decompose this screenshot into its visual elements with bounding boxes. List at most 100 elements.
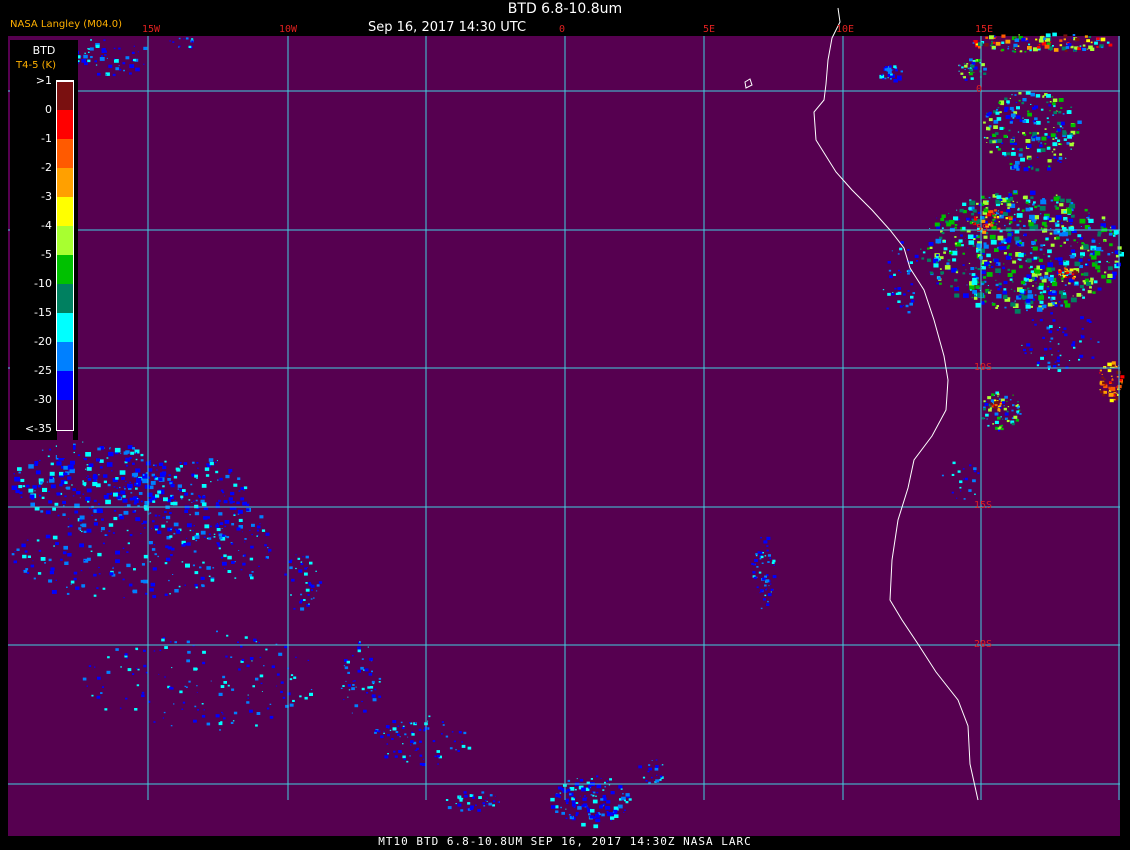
cloud-pixel	[127, 542, 130, 545]
cloud-pixel	[308, 603, 310, 605]
cloud-pixel	[161, 471, 167, 475]
cloud-pixel	[367, 646, 369, 648]
cloud-pixel	[194, 534, 200, 539]
cloud-pixel	[1043, 347, 1048, 351]
cloud-pixel	[767, 600, 769, 603]
cloud-pixel	[756, 566, 759, 568]
cloud-pixel	[170, 725, 173, 727]
cloud-pixel	[987, 396, 992, 400]
cloud-pixel	[1017, 131, 1020, 133]
cloud-pixel	[1004, 395, 1008, 399]
cloud-pixel	[1111, 361, 1116, 365]
cloud-pixel	[1053, 105, 1056, 108]
cloud-pixel	[290, 674, 294, 676]
cloud-pixel	[577, 806, 582, 810]
cloud-pixel	[604, 781, 606, 784]
cloud-pixel	[586, 806, 589, 809]
cloud-pixel	[84, 52, 86, 54]
cloud-pixel	[623, 811, 625, 813]
cloud-pixel	[986, 418, 988, 420]
cloud-pixel	[769, 557, 772, 560]
cloud-pixel	[1023, 348, 1026, 352]
cloud-pixel	[1087, 290, 1092, 294]
cloud-pixel	[1027, 294, 1034, 299]
cloud-pixel	[486, 803, 488, 805]
cloud-pixel	[1064, 284, 1067, 286]
cloud-pixel	[208, 575, 211, 577]
cloud-pixel	[246, 664, 250, 667]
cloud-pixel	[340, 687, 343, 689]
cloud-pixel	[78, 527, 82, 530]
cloud-pixel	[955, 248, 958, 250]
cloud-pixel	[70, 583, 72, 585]
cloud-pixel	[909, 261, 913, 264]
cloud-pixel	[216, 630, 218, 633]
cloud-pixel	[1048, 368, 1050, 370]
cloud-pixel	[253, 638, 257, 642]
cloud-pixel	[1076, 293, 1082, 297]
cloud-pixel	[1008, 253, 1012, 256]
cloud-pixel	[151, 548, 156, 551]
cloud-pixel	[1090, 252, 1093, 255]
cloud-pixel	[1014, 300, 1016, 302]
cloud-pixel	[62, 513, 66, 516]
cloud-pixel	[1068, 282, 1071, 285]
cloud-pixel	[459, 799, 463, 802]
cloud-pixel	[206, 722, 211, 726]
cloud-pixel	[224, 520, 230, 524]
cloud-pixel	[289, 703, 294, 707]
cloud-pixel	[1032, 246, 1038, 251]
cloud-pixel	[1078, 264, 1080, 267]
cloud-pixel	[1019, 289, 1025, 293]
cloud-pixel	[618, 785, 623, 789]
cloud-pixel	[987, 206, 989, 208]
cloud-pixel	[1005, 39, 1011, 44]
cloud-pixel	[369, 686, 374, 689]
cloud-pixel	[210, 680, 212, 682]
cloud-pixel	[402, 725, 405, 728]
cloud-pixel	[998, 101, 1001, 104]
cloud-pixel	[348, 689, 351, 691]
cloud-pixel	[893, 273, 896, 276]
cloud-pixel	[347, 696, 349, 698]
cloud-pixel	[87, 59, 91, 63]
cloud-pixel	[276, 673, 280, 676]
cloud-pixel	[463, 791, 467, 794]
cloud-pixel	[1036, 156, 1039, 158]
cloud-pixel	[988, 196, 991, 199]
cloud-pixel	[771, 561, 775, 564]
cloud-pixel	[145, 671, 148, 674]
cloud-pixel	[1047, 167, 1052, 171]
cloud-pixel	[592, 799, 598, 804]
lat-label-0: 0	[976, 84, 983, 95]
cloud-pixel	[1009, 97, 1011, 99]
cloud-pixel	[1006, 410, 1009, 413]
cloud-pixel	[1089, 286, 1092, 289]
cloud-pixel	[1030, 103, 1032, 105]
cloud-pixel	[351, 687, 355, 691]
cloud-pixel	[392, 720, 397, 724]
cloud-pixel	[595, 818, 601, 823]
cloud-pixel	[624, 809, 626, 811]
legend-label: >1	[35, 74, 52, 87]
cloud-pixel	[991, 43, 993, 45]
cloud-pixel	[228, 472, 231, 474]
cloud-pixel	[160, 498, 162, 500]
cloud-pixel	[263, 665, 265, 667]
cloud-pixel	[1073, 49, 1076, 51]
cloud-pixel	[132, 589, 138, 594]
cloud-pixel	[79, 497, 81, 499]
cloud-pixel	[81, 585, 85, 588]
cloud-pixel	[191, 40, 194, 43]
cloud-pixel	[155, 494, 160, 498]
cloud-pixel	[1058, 110, 1062, 114]
cloud-pixel	[578, 804, 580, 806]
cloud-pixel	[996, 117, 1002, 121]
cloud-pixel	[1066, 220, 1068, 222]
cloud-pixel	[550, 805, 556, 809]
cloud-pixel	[956, 269, 959, 272]
cloud-pixel	[1062, 131, 1067, 136]
cloud-pixel	[259, 523, 261, 525]
cloud-pixel	[52, 484, 55, 487]
cloud-pixel	[86, 488, 92, 493]
